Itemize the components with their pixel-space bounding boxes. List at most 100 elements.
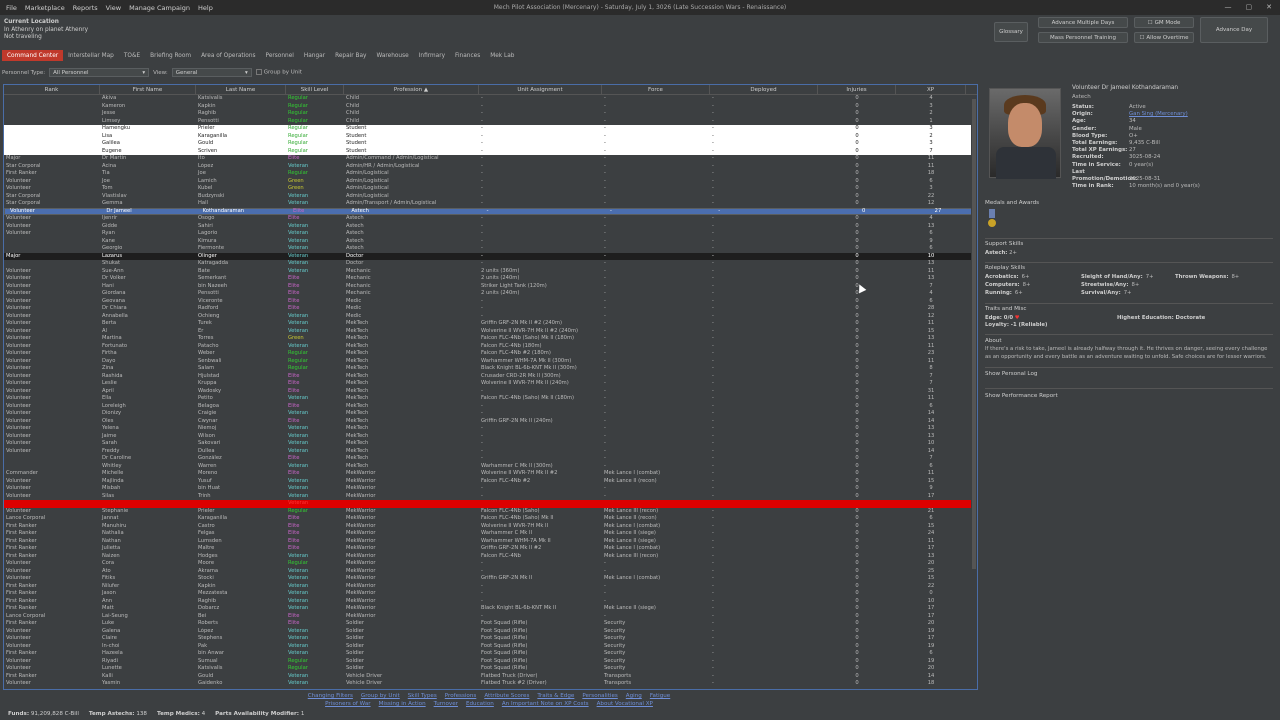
help-link-traits-edge[interactable]: Traits & Edge: [537, 693, 574, 699]
table-row[interactable]: Volunteer Dionizy Craigie Veteran MekTech - - -…: [4, 410, 977, 418]
table-row[interactable]: Volunteer Sue-Ann Bate Veteran Mechanic 2 uni…: [4, 268, 977, 276]
table-row[interactable]: Volunteer Claire Stephens Veteran Soldier Foo…: [4, 635, 977, 643]
table-row[interactable]: Volunteer Fortunato Patacho Veteran MekTech F…: [4, 343, 977, 351]
table-row[interactable]: Volunteer Ella Petito Veteran MekTech Falcon …: [4, 395, 977, 403]
help-link-personalities[interactable]: Personalities: [582, 693, 617, 699]
table-row[interactable]: Volunteer Dayo Senbwali Regular MekTech Warha…: [4, 358, 977, 366]
tab-interstellar-map[interactable]: Interstellar Map: [63, 50, 119, 61]
tab-to-e[interactable]: TO&E: [119, 50, 145, 61]
table-row[interactable]: First Ranker Ann Raghib Veteran MekWarrior - -…: [4, 598, 977, 606]
table-row[interactable]: First Ranker Kalli Gould Veteran Vehicle Dri…: [4, 673, 977, 681]
table-row[interactable]: Volunteer Annabella Ochieng Veteran Medic - - -…: [4, 313, 977, 321]
tab-finances[interactable]: Finances: [450, 50, 485, 61]
tab-area-of-operations[interactable]: Area of Operations: [196, 50, 260, 61]
table-row[interactable]: Volunteer Stephanie Prieler Regular MekWarri…: [4, 508, 977, 516]
table-row[interactable]: Volunteer Dr Jameel Kothandaraman Elite Aste…: [4, 207, 977, 215]
column-header[interactable]: Last Name: [196, 85, 286, 94]
table-row[interactable]: First Ranker Julietta Maître Elite MekWarrio…: [4, 545, 977, 553]
menu-item-manage-campaign[interactable]: Manage Campaign: [129, 4, 190, 12]
column-header[interactable]: Skill Level: [286, 85, 344, 94]
table-row[interactable]: Volunteer Ryan Lagorio Veteran Astech - - - 0 6: [4, 230, 977, 238]
help-link-skill-types[interactable]: Skill Types: [408, 693, 437, 699]
table-row[interactable]: Volunteer Berta Turek Veteran MekTech Griffin…: [4, 320, 977, 328]
help-link-changing-filters[interactable]: Changing Filters: [308, 693, 353, 699]
table-row[interactable]: Volunteer Martina Torres Green MekTech Falcon…: [4, 335, 977, 343]
table-row[interactable]: Volunteer Al Er Veteran MekTech Wolverine II …: [4, 328, 977, 336]
table-row[interactable]: Volunteer Leslie Kruppa Elite MekTech Wolveri…: [4, 380, 977, 388]
table-row[interactable]: Galilea Gould Regular Student - - - 0 3: [4, 140, 977, 148]
menu-item-view[interactable]: View: [106, 4, 121, 12]
help-link-about-vocational-xp[interactable]: About Vocational XP: [597, 701, 653, 707]
table-row[interactable]: Volunteer Hani bin Nazeeh Elite Mechanic Stri…: [4, 283, 977, 291]
menu-item-reports[interactable]: Reports: [73, 4, 98, 12]
table-row[interactable]: Volunteer Tom Kubel Green Admin/Logistical - -…: [4, 185, 977, 193]
help-link-fatigue[interactable]: Fatigue: [650, 693, 670, 699]
tab-hangar[interactable]: Hangar: [299, 50, 330, 61]
help-link-an-important-note-on-xp-costs[interactable]: An Important Note on XP Costs: [502, 701, 589, 707]
advance-multiple-days-button[interactable]: Advance Multiple Days: [1038, 17, 1128, 28]
table-row[interactable]: Volunteer Joe Lamich Green Admin/Logistical -…: [4, 178, 977, 186]
column-header[interactable]: First Name: [100, 85, 196, 94]
glossary-button[interactable]: Glossary: [994, 22, 1028, 42]
table-row[interactable]: Shukat Katragadda Veteran Doctor - - - 0 13: [4, 260, 977, 268]
tab-briefing-room[interactable]: Briefing Room: [145, 50, 196, 61]
table-row[interactable]: Volunteer Galena López Veteran Soldier Foot S…: [4, 628, 977, 636]
table-row[interactable]: Volunteer Sarah Sakovari Veteran MekTech - - - 0…: [4, 440, 977, 448]
table-scrollbar[interactable]: [971, 95, 977, 689]
column-header[interactable]: XP: [896, 85, 966, 94]
table-row[interactable]: Veteran: [4, 500, 977, 508]
table-row[interactable]: First Ranker Nathan Lumsden Elite MekWarrior…: [4, 538, 977, 546]
tab-personnel[interactable]: Personnel: [261, 50, 299, 61]
table-row[interactable]: Eugene Scriven Regular Student - - - 0 7: [4, 147, 977, 155]
table-row[interactable]: Hamengku Prieler Regular Student - - - 0 3: [4, 125, 977, 133]
show-performance-report-button[interactable]: Show Performance Report: [985, 393, 1058, 399]
help-link-prisoners-of-war[interactable]: Prisoners of War: [325, 701, 371, 707]
help-link-turnover[interactable]: Turnover: [434, 701, 458, 707]
table-row[interactable]: First Ranker Manuhiru Castro Elite MekWarrio…: [4, 523, 977, 531]
table-row[interactable]: First Ranker Luke Roberts Elite Soldier Foot …: [4, 620, 977, 628]
advance-day-button[interactable]: Advance Day: [1200, 17, 1268, 43]
menu-item-help[interactable]: Help: [198, 4, 213, 12]
table-row[interactable]: Volunteer Giordana Pensotti Elite Mechanic 2 …: [4, 290, 977, 298]
table-row[interactable]: First Ranker Naizen Hodges Veteran MekWarrio…: [4, 553, 977, 561]
table-row[interactable]: Volunteer Gidde Sahiri Veteran Astech - - - 0 13: [4, 223, 977, 231]
maximize-icon[interactable]: ▢: [1246, 3, 1253, 11]
view-select[interactable]: General ▾: [171, 68, 252, 77]
table-row[interactable]: Volunteer Ato Akrama Veteran MekWarrior - - - 0 2…: [4, 568, 977, 576]
table-row[interactable]: Limsey Pensotti Regular Child - - - 0 1: [4, 118, 977, 126]
help-link-education[interactable]: Education: [466, 701, 494, 707]
table-row[interactable]: Volunteer Fitiks Stocki Veteran MekWarrior Gr…: [4, 575, 977, 583]
table-row[interactable]: Volunteer Geovana Viceronte Elite Medic - - - 0 6: [4, 298, 977, 306]
personnel-type-select[interactable]: All Personnel ▾: [49, 68, 150, 77]
table-row[interactable]: Volunteer In-choi Pak Veteran Soldier Foot Sq…: [4, 643, 977, 651]
table-row[interactable]: Georgio Fiermonte Veteran Astech - - - 0 6: [4, 245, 977, 253]
help-link-professions[interactable]: Professions: [445, 693, 477, 699]
menu-item-file[interactable]: File: [6, 4, 17, 12]
table-row[interactable]: Volunteer Yelena Niemoj Veteran MekTech - - - 0 1…: [4, 425, 977, 433]
table-row[interactable]: Volunteer Cora Moore Regular MekWarrior - - - 0 2…: [4, 560, 977, 568]
menu-item-marketplace[interactable]: Marketplace: [25, 4, 65, 12]
table-row[interactable]: Jesse Raghib Regular Child - - - 0 2: [4, 110, 977, 118]
table-row[interactable]: Major Lazarus Olinger Veteran Doctor - - - 0 10: [4, 252, 977, 260]
tab-command-center[interactable]: Command Center: [2, 50, 64, 61]
tab-repair-bay[interactable]: Repair Bay: [330, 50, 371, 61]
scrollbar-thumb[interactable]: [972, 99, 976, 569]
table-row[interactable]: First Ranker Nilufer Kapkin Veteran MekWarri…: [4, 583, 977, 591]
table-row[interactable]: Volunteer Silas Trinh Veteran MekWarrior - - - 0…: [4, 493, 977, 501]
help-link-group-by-unit[interactable]: Group by Unit: [361, 693, 400, 699]
table-row[interactable]: Volunteer Freddy Dullea Veteran MekTech - - - 0 1…: [4, 448, 977, 456]
help-link-aging[interactable]: Aging: [626, 693, 642, 699]
column-header[interactable]: Unit Assignment: [479, 85, 602, 94]
table-row[interactable]: First Ranker Jason Mezzatesta Veteran MekWar…: [4, 590, 977, 598]
column-header[interactable]: Deployed: [710, 85, 818, 94]
tab-mek-lab[interactable]: Mek Lab: [485, 50, 519, 61]
mass-training-button[interactable]: Mass Personnel Training: [1038, 32, 1128, 43]
table-row[interactable]: Volunteer Lunette Katsivalis Regular Soldier…: [4, 665, 977, 673]
table-row[interactable]: First Ranker Tia Joe Regular Admin/Logistica…: [4, 170, 977, 178]
column-header[interactable]: Rank: [4, 85, 100, 94]
table-row[interactable]: Volunteer Ijenrir Osogo Elite Astech - - - 0 4: [4, 215, 977, 223]
allow-overtime-toggle[interactable]: ☐ Allow Overtime: [1134, 32, 1194, 43]
table-row[interactable]: Volunteer Zina Salam Regular MekTech Black Kn…: [4, 365, 977, 373]
column-header[interactable]: Injuries: [818, 85, 896, 94]
table-row[interactable]: Star Corporal Gemma Hall Veteran Admin/Trans…: [4, 200, 977, 208]
